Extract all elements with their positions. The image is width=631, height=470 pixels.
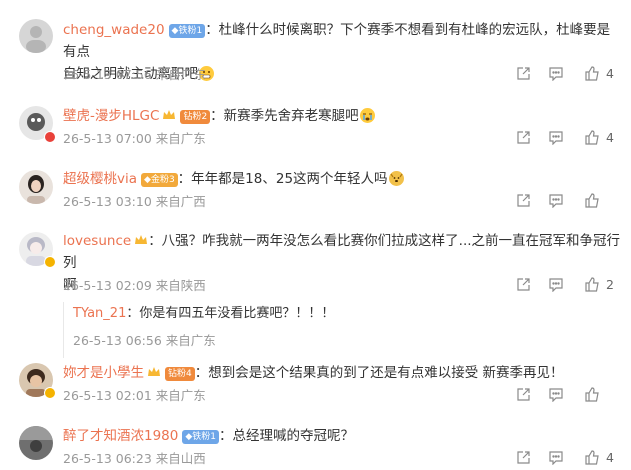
comment-actions (511, 387, 631, 405)
comment-meta: 26-5-13 02:09 来自陕西 (63, 278, 206, 293)
share-icon[interactable] (516, 450, 531, 469)
reply-username[interactable]: TYan_21 (73, 306, 126, 321)
fan-badge: ◆铁粉1 (182, 430, 220, 444)
comment-icon[interactable] (548, 130, 564, 149)
comment-meta: 26-5-13 07:56 来自广东 (63, 67, 206, 82)
like-icon[interactable] (584, 387, 600, 406)
comment-icon[interactable] (548, 66, 564, 85)
crown-icon (134, 231, 148, 244)
comment-icon[interactable] (548, 193, 564, 212)
share-icon[interactable] (516, 66, 531, 85)
like-count: 2 (606, 277, 614, 292)
comment-text: 妳才是小學生 钻粉4 ：想到会是这个结果真的到了还是有点难以接受 新赛季再见！ (63, 363, 564, 381)
doge-emoji-icon (388, 171, 404, 186)
share-icon[interactable] (516, 277, 531, 296)
comment-meta: 26-5-13 07:00 来自广东 (63, 131, 206, 146)
comment-icon[interactable] (548, 450, 564, 469)
like-icon[interactable] (584, 193, 600, 212)
username[interactable]: 壁虎-漫步HLGC (63, 108, 159, 124)
avatar[interactable] (19, 170, 53, 204)
share-icon[interactable] (516, 130, 531, 149)
comment-actions (511, 193, 631, 211)
comment-text: 醉了才知酒浓1980 ◆铁粉1 ：总经理喊的夺冠呢？ (63, 428, 355, 444)
username[interactable]: 妳才是小學生 (63, 365, 144, 381)
comment-actions: 4 (511, 66, 631, 84)
reply-divider (63, 302, 64, 358)
comment-actions: 2 (511, 277, 631, 295)
comment-icon[interactable] (548, 277, 564, 296)
like-count: 4 (606, 66, 614, 81)
fan-badge: ◆铁粉1 (168, 24, 206, 38)
avatar[interactable] (19, 19, 53, 53)
comment-icon[interactable] (548, 387, 564, 406)
like-icon[interactable] (584, 277, 600, 296)
comment-text: 超级樱桃via ◆金粉3 ：年年都是18、25这两个年轻人吗 (63, 168, 623, 190)
comment-meta: 26-5-13 06:23 来自山西 (63, 451, 206, 466)
cry-emoji-icon (359, 108, 375, 123)
username[interactable]: cheng_wade20 (63, 22, 165, 38)
comment-meta: 26-5-13 03:10 来自广西 (63, 194, 206, 209)
reply-text: TYan_21：你是有四五年没看比赛吧？！！！ (73, 306, 335, 321)
username[interactable]: 超级樱桃via (63, 171, 137, 187)
avatar[interactable] (19, 426, 53, 460)
comment-text: 壁虎-漫步HLGC 钻粉2 ：新赛季先舍弃老寒腿吧 (63, 105, 623, 127)
like-icon[interactable] (584, 66, 600, 85)
username[interactable]: 醉了才知酒浓1980 (63, 428, 178, 444)
fan-badge: 钻粉4 (165, 367, 195, 381)
like-icon[interactable] (584, 450, 600, 469)
verified-badge-icon (44, 387, 56, 399)
share-icon[interactable] (516, 193, 531, 212)
reply-item: TYan_21：你是有四五年没看比赛吧？！！！ 26-5-13 06:56 来自… (63, 302, 623, 358)
username[interactable]: lovesunce (63, 233, 131, 249)
like-icon[interactable] (584, 130, 600, 149)
like-count: 4 (606, 450, 614, 465)
comment-actions: 4 (511, 130, 631, 148)
comment-actions: 4 (511, 450, 631, 468)
fan-badge: ◆金粉3 (141, 173, 178, 187)
reply-meta: 26-5-13 06:56 来自广东 (73, 333, 216, 348)
fan-badge: 钻粉2 (180, 110, 211, 124)
verified-badge-icon (44, 131, 56, 143)
comment-meta: 26-5-13 02:01 来自广东 (63, 388, 206, 403)
verified-badge-icon (44, 256, 56, 268)
share-icon[interactable] (516, 387, 531, 406)
crown-icon (147, 363, 161, 376)
crown-icon (162, 106, 176, 119)
like-count: 4 (606, 130, 614, 145)
